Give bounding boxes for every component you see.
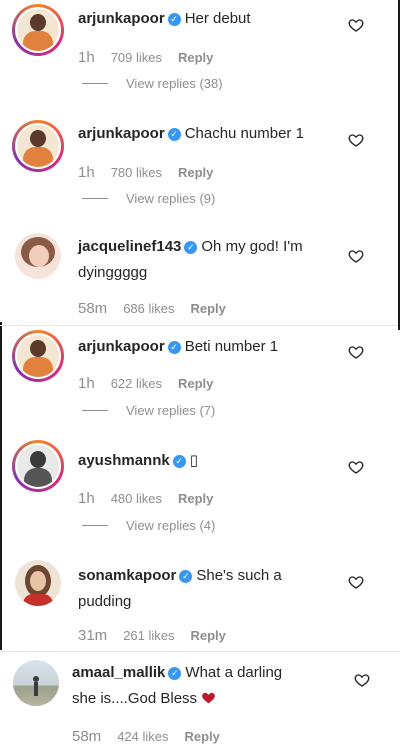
likes-count[interactable]: 780 likes bbox=[111, 165, 162, 180]
like-heart-icon[interactable] bbox=[348, 132, 364, 148]
reply-button[interactable]: Reply bbox=[191, 301, 226, 316]
reply-button[interactable]: Reply bbox=[185, 729, 220, 744]
red-heart-emoji-icon bbox=[202, 692, 216, 704]
comment-time: 1h bbox=[78, 375, 95, 392]
replies-divider bbox=[82, 525, 108, 526]
reply-button[interactable]: Reply bbox=[178, 376, 213, 391]
avatar[interactable] bbox=[12, 230, 64, 282]
comment-time: 1h bbox=[78, 164, 95, 181]
verified-badge-icon: ✓ bbox=[172, 455, 186, 468]
like-heart-icon[interactable] bbox=[348, 574, 364, 590]
replies-divider bbox=[82, 83, 108, 84]
view-replies-button[interactable]: View replies (38) bbox=[82, 76, 223, 91]
like-heart-icon[interactable] bbox=[348, 459, 364, 475]
comment-time: 58m bbox=[72, 728, 102, 745]
like-heart-icon[interactable] bbox=[354, 672, 370, 688]
replies-divider bbox=[82, 410, 108, 411]
username[interactable]: amaal_mallik bbox=[72, 664, 165, 681]
screenshot-seam bbox=[0, 325, 398, 326]
comment-text: Chachu number 1 bbox=[184, 125, 304, 142]
comment-time: 1h bbox=[78, 49, 95, 66]
verified-badge-icon: ✓ bbox=[168, 667, 182, 680]
likes-count[interactable]: 709 likes bbox=[111, 50, 162, 65]
likes-count[interactable]: 480 likes bbox=[111, 491, 162, 506]
like-heart-icon[interactable] bbox=[348, 344, 364, 360]
comment-text: She's such a bbox=[196, 567, 282, 584]
username[interactable]: ayushmannk bbox=[78, 452, 170, 469]
comment-time: 1h bbox=[78, 490, 95, 507]
verified-badge-icon: ✓ bbox=[167, 128, 181, 141]
comment-time: 31m bbox=[78, 627, 108, 644]
replies-divider bbox=[82, 198, 108, 199]
avatar[interactable] bbox=[10, 657, 62, 709]
avatar[interactable] bbox=[12, 557, 64, 609]
comment-text-continued: pudding bbox=[78, 593, 132, 610]
comment-text: Her debut bbox=[184, 10, 251, 27]
view-replies-button[interactable]: View replies (9) bbox=[82, 191, 215, 206]
username[interactable]: arjunkapoor bbox=[78, 10, 165, 27]
likes-count[interactable]: 424 likes bbox=[117, 729, 168, 744]
view-replies-label: View replies (7) bbox=[126, 403, 216, 418]
username[interactable]: sonamkapoor bbox=[78, 567, 176, 584]
likes-count[interactable]: 261 likes bbox=[123, 628, 174, 643]
comment-text: Beti number 1 bbox=[184, 338, 279, 355]
comment-text: What a darling bbox=[185, 664, 283, 681]
verified-badge-icon: ✓ bbox=[179, 570, 193, 583]
likes-count[interactable]: 622 likes bbox=[111, 376, 162, 391]
view-replies-label: View replies (9) bbox=[126, 191, 216, 206]
username[interactable]: jacquelinef143 bbox=[78, 238, 181, 255]
comment-text-continued: she is....God Bless bbox=[72, 690, 198, 707]
comment-text-continued: dyinggggg bbox=[78, 264, 148, 281]
avatar[interactable] bbox=[12, 120, 64, 172]
avatar[interactable] bbox=[12, 4, 64, 56]
reply-button[interactable]: Reply bbox=[178, 50, 213, 65]
comment-text: ▯ bbox=[189, 452, 198, 469]
comment-time: 58m bbox=[78, 300, 108, 317]
like-heart-icon[interactable] bbox=[348, 248, 364, 264]
username[interactable]: arjunkapoor bbox=[78, 338, 165, 355]
comment-text: Oh my god! I'm bbox=[201, 238, 303, 255]
reply-button[interactable]: Reply bbox=[191, 628, 226, 643]
left-edge-middle bbox=[0, 322, 2, 650]
screenshot-seam bbox=[0, 651, 400, 652]
username[interactable]: arjunkapoor bbox=[78, 125, 165, 142]
reply-button[interactable]: Reply bbox=[178, 165, 213, 180]
verified-badge-icon: ✓ bbox=[167, 13, 181, 26]
like-heart-icon[interactable] bbox=[348, 17, 364, 33]
view-replies-button[interactable]: View replies (7) bbox=[82, 403, 215, 418]
verified-badge-icon: ✓ bbox=[184, 241, 198, 254]
reply-button[interactable]: Reply bbox=[178, 491, 213, 506]
verified-badge-icon: ✓ bbox=[167, 341, 181, 354]
view-replies-label: View replies (38) bbox=[126, 76, 223, 91]
avatar[interactable] bbox=[12, 330, 64, 382]
avatar[interactable] bbox=[12, 440, 64, 492]
likes-count[interactable]: 686 likes bbox=[123, 301, 174, 316]
view-replies-button[interactable]: View replies (4) bbox=[82, 518, 215, 533]
view-replies-label: View replies (4) bbox=[126, 518, 216, 533]
